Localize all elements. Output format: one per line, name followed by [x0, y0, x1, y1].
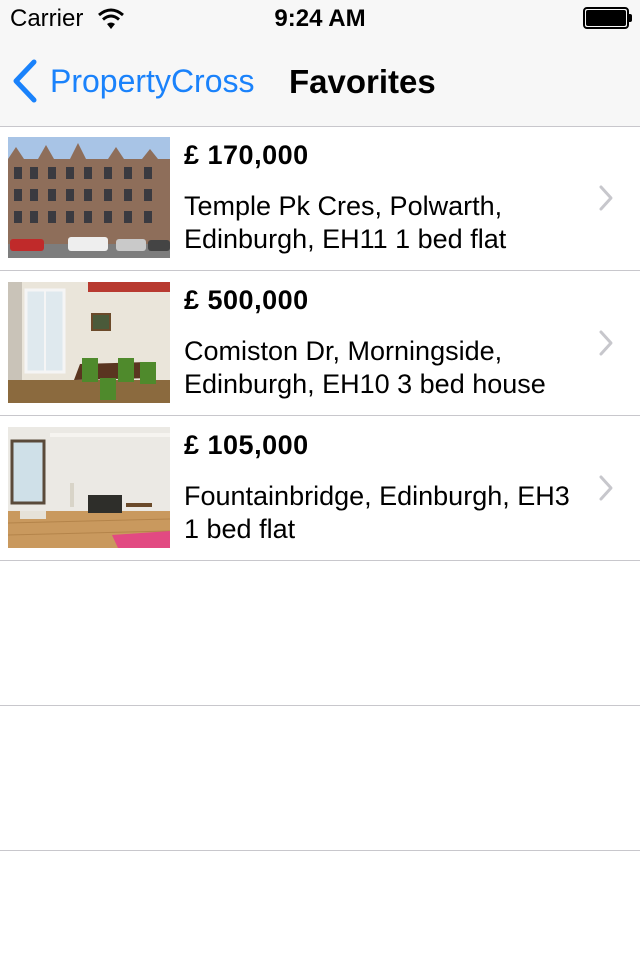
- list-item[interactable]: £ 105,000 Fountainbridge, Edinburgh, EH3…: [0, 416, 640, 561]
- chevron-left-icon: [13, 59, 37, 103]
- empty-table-row: [0, 561, 640, 706]
- empty-table-row: [0, 706, 640, 851]
- page-title: Favorites: [289, 63, 436, 100]
- chevron-right-icon: [599, 475, 613, 501]
- property-address: Comiston Dr, Morningside, Edinburgh, EH1…: [184, 336, 546, 399]
- chevron-right-icon: [599, 330, 613, 356]
- property-address: Fountainbridge, Edinburgh, EH3 1 bed fla…: [184, 481, 570, 544]
- list-item[interactable]: £ 500,000 Comiston Dr, Morningside, Edin…: [0, 271, 640, 416]
- property-photo: [8, 282, 170, 403]
- back-button[interactable]: PropertyCross: [10, 56, 255, 106]
- navigation-bar: PropertyCross Favorites: [0, 40, 640, 126]
- property-photo: [8, 427, 170, 548]
- favorites-list: £ 170,000 Temple Pk Cres, Polwarth, Edin…: [0, 126, 640, 851]
- back-button-label: PropertyCross: [50, 62, 255, 99]
- property-address: Temple Pk Cres, Polwarth, Edinburgh, EH1…: [184, 191, 507, 254]
- chevron-right-icon: [599, 185, 613, 211]
- status-time: 9:24 AM: [274, 5, 366, 32]
- property-price: £ 105,000: [184, 430, 309, 460]
- status-bar: Carrier 9:24 AM: [0, 0, 640, 40]
- property-price: £ 500,000: [184, 285, 309, 315]
- top-bar-background: Carrier 9:24 AM PropertyCross Favorites: [0, 0, 640, 127]
- battery-icon: [583, 7, 633, 29]
- property-price: £ 170,000: [184, 140, 309, 170]
- property-photo: [8, 137, 170, 258]
- list-item[interactable]: £ 170,000 Temple Pk Cres, Polwarth, Edin…: [0, 126, 640, 271]
